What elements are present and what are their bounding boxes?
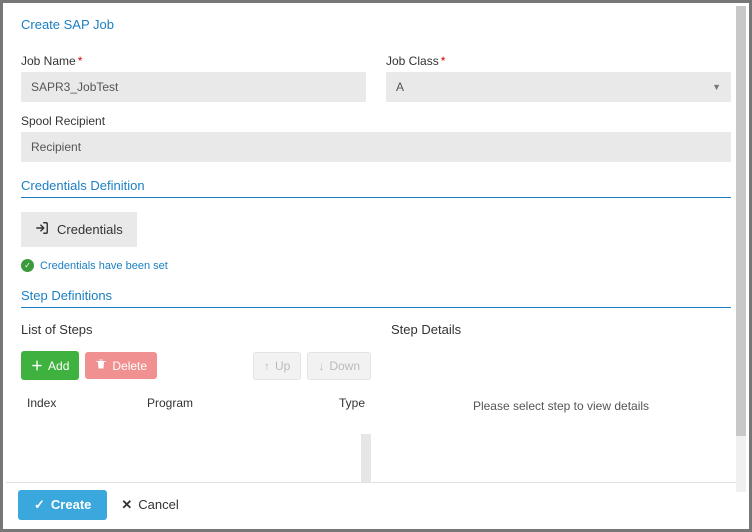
steps-list-panel: List of Steps ＋ Add Delete ↑ Up (21, 322, 371, 486)
step-definitions-section-title: Step Definitions (21, 288, 731, 308)
col-index: Index (27, 396, 147, 410)
step-details-title: Step Details (391, 322, 731, 337)
arrow-up-icon: ↑ (264, 359, 270, 373)
job-name-input[interactable] (21, 72, 366, 102)
move-up-button[interactable]: ↑ Up (253, 352, 301, 380)
trash-icon (95, 358, 107, 373)
job-class-value: A (396, 80, 404, 94)
credentials-button[interactable]: Credentials (21, 212, 137, 247)
check-circle-icon: ✓ (21, 259, 34, 272)
step-details-panel: Step Details Please select step to view … (391, 322, 731, 486)
required-mark: * (78, 54, 83, 68)
check-icon: ✓ (34, 497, 45, 513)
job-name-label: Job Name* (21, 54, 366, 68)
arrow-down-icon: ↓ (318, 359, 324, 373)
login-icon (35, 221, 49, 238)
required-mark: * (441, 54, 446, 68)
col-program: Program (147, 396, 305, 410)
job-class-select[interactable]: A ▼ (386, 72, 731, 102)
dialog-body: Create SAP Job Job Name* Job Class* A ▼ … (3, 3, 749, 489)
credentials-status-text: Credentials have been set (40, 260, 168, 272)
spool-recipient-input[interactable] (21, 132, 731, 162)
plus-icon: ＋ (31, 357, 43, 374)
job-class-field: Job Class* A ▼ (386, 54, 731, 102)
step-details-placeholder: Please select step to view details (391, 351, 731, 413)
steps-toolbar: ＋ Add Delete ↑ Up ↓ Down (21, 351, 371, 380)
job-class-label: Job Class* (386, 54, 731, 68)
spool-recipient-label: Spool Recipient (21, 114, 731, 128)
add-step-button[interactable]: ＋ Add (21, 351, 79, 380)
close-icon: ✕ (121, 497, 132, 513)
cancel-button[interactable]: ✕ Cancel (121, 497, 178, 513)
col-type: Type (305, 396, 365, 410)
credentials-section-title: Credentials Definition (21, 178, 731, 198)
credentials-status: ✓ Credentials have been set (21, 259, 731, 272)
delete-step-button[interactable]: Delete (85, 352, 157, 379)
steps-table-header: Index Program Type (21, 396, 371, 420)
job-name-field: Job Name* (21, 54, 366, 102)
spool-recipient-field: Spool Recipient (21, 114, 731, 162)
chevron-down-icon: ▼ (712, 82, 721, 92)
create-button[interactable]: ✓ Create (18, 490, 107, 520)
dialog-footer: ✓ Create ✕ Cancel (6, 482, 736, 526)
steps-table-body (21, 420, 371, 486)
steps-list-title: List of Steps (21, 322, 371, 337)
steps-table-scrollbar[interactable] (361, 434, 371, 486)
dialog-title: Create SAP Job (21, 17, 731, 32)
move-down-button[interactable]: ↓ Down (307, 352, 371, 380)
